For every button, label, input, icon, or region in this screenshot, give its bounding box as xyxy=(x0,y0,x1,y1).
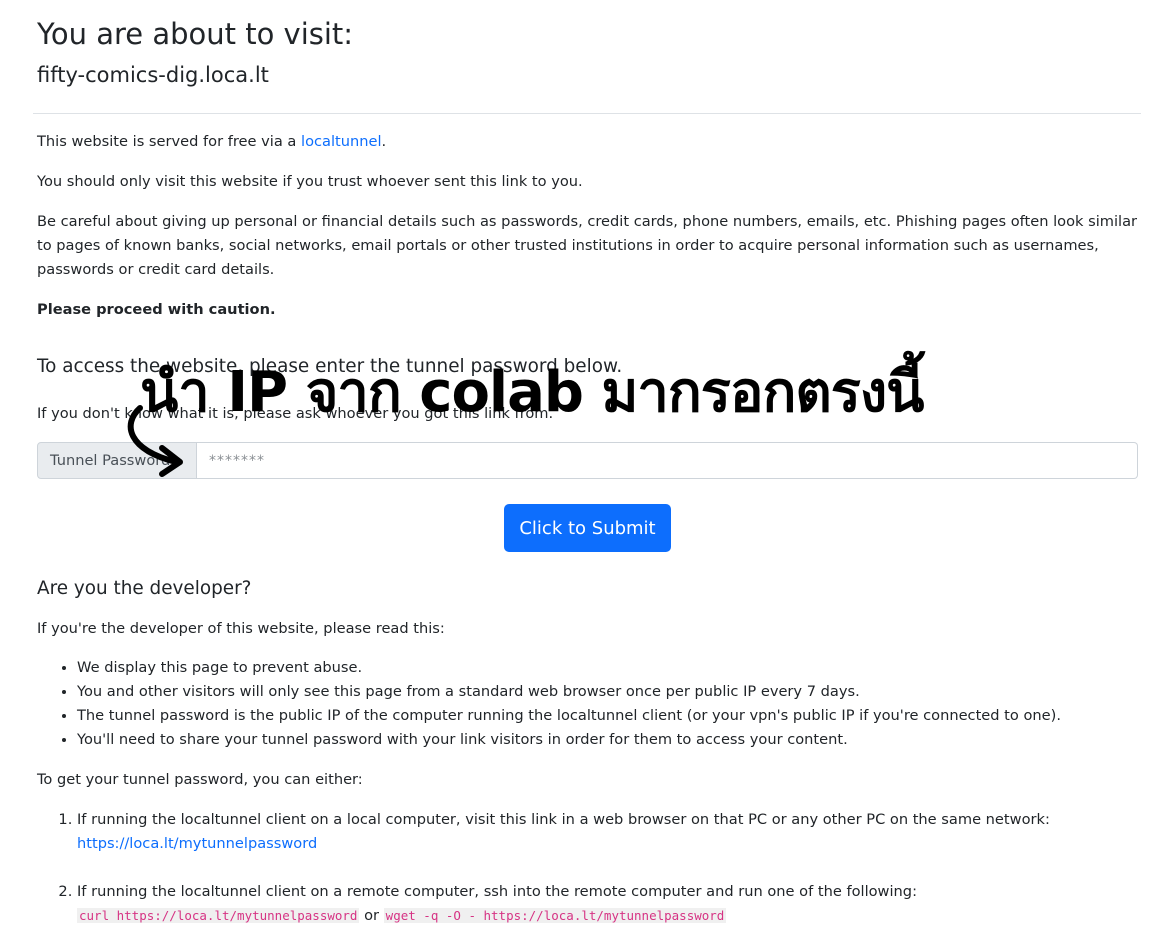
wget-command: wget -q -O - https://loca.lt/mytunnelpas… xyxy=(383,908,727,923)
host-name: fifty-comics-dig.loca.lt xyxy=(37,63,269,87)
step-remote: If running the localtunnel client on a r… xyxy=(77,880,1050,928)
step-remote-text: If running the localtunnel client on a r… xyxy=(77,883,917,900)
or-text: or xyxy=(359,907,384,924)
submit-button[interactable]: Click to Submit xyxy=(504,504,671,552)
password-steps-list: If running the localtunnel client on a l… xyxy=(37,808,1050,930)
list-item: You and other visitors will only see thi… xyxy=(77,680,1061,704)
curl-command: curl https://loca.lt/mytunnelpassword xyxy=(77,908,360,923)
list-item: We display this page to prevent abuse. xyxy=(77,656,1061,680)
page-title: You are about to visit: xyxy=(37,17,354,51)
developer-intro: If you're the developer of this website,… xyxy=(37,620,445,637)
curved-arrow-icon xyxy=(127,405,183,477)
served-prefix: This website is served for free via a xyxy=(37,133,302,150)
annotation-overlay-text: นำ IP จาก colab มากรอกตรงนี้ xyxy=(140,360,924,425)
list-item: You'll need to share your tunnel passwor… xyxy=(77,728,1061,752)
trust-paragraph: You should only visit this website if yo… xyxy=(37,173,583,190)
localtunnel-link[interactable]: localtunnel xyxy=(301,133,382,150)
list-item: The tunnel password is the public IP of … xyxy=(77,704,1061,728)
step-local-text: If running the localtunnel client on a l… xyxy=(77,811,1050,828)
developer-heading: Are you the developer? xyxy=(37,578,252,599)
step-local: If running the localtunnel client on a l… xyxy=(77,808,1050,856)
served-suffix: . xyxy=(381,133,387,150)
served-paragraph: This website is served for free via a lo… xyxy=(37,130,1140,154)
developer-bullet-list: We display this page to prevent abuse. Y… xyxy=(37,656,1061,752)
mytunnelpassword-link[interactable]: https://loca.lt/mytunnelpassword xyxy=(77,835,317,852)
get-password-text: To get your tunnel password, you can eit… xyxy=(37,771,363,788)
divider xyxy=(33,113,1141,114)
tunnel-password-group: Tunnel Password: xyxy=(37,442,1138,479)
caution-text: Please proceed with caution. xyxy=(37,301,276,318)
caution-paragraph: Please proceed with caution. xyxy=(37,298,1140,322)
careful-paragraph: Be careful about giving up personal or f… xyxy=(37,213,1138,278)
tunnel-password-input[interactable] xyxy=(197,442,1138,479)
